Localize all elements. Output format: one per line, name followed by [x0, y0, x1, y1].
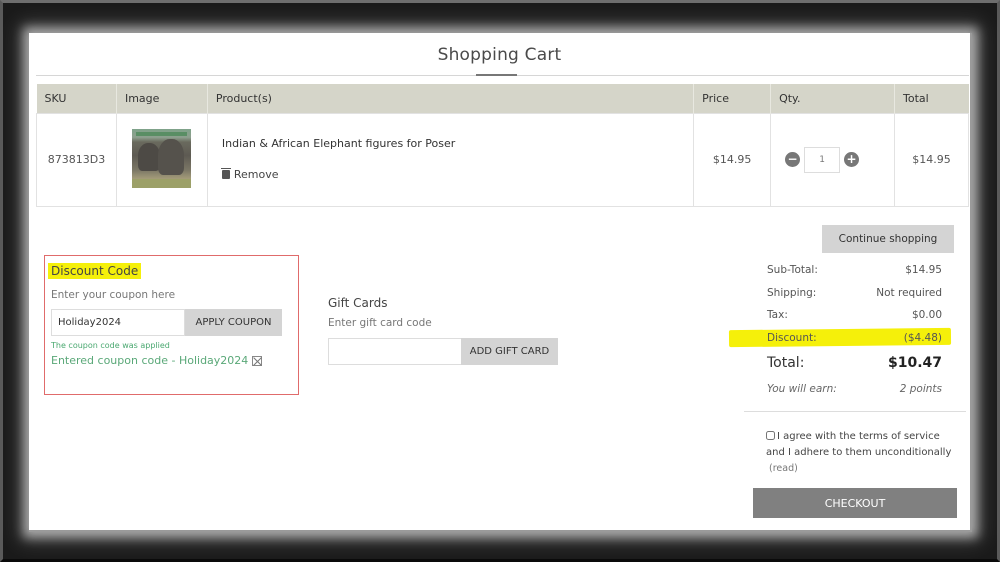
minus-icon[interactable]: −: [785, 152, 801, 167]
coupon-hint: Enter your coupon here: [51, 289, 176, 301]
shipping-label: Shipping:: [767, 287, 817, 299]
sku-cell: 873813D3: [36, 112, 117, 207]
subtotal-label: Sub-Total:: [767, 264, 818, 276]
discount-code-panel: Discount Code Enter your coupon here APP…: [44, 255, 299, 395]
quantity-input[interactable]: [804, 146, 841, 173]
column-header-qty: Qty.: [770, 84, 896, 113]
plus-icon[interactable]: +: [844, 152, 860, 167]
entered-coupon-text: Entered coupon code - Holiday2024: [51, 354, 249, 367]
column-header-image: Image: [116, 84, 208, 113]
total-label: Total:: [767, 355, 805, 371]
image-cell: [115, 112, 208, 207]
product-name-link[interactable]: Indian & African Elephant figures for Po…: [222, 137, 693, 150]
total-row: Total: $10.47: [767, 355, 942, 371]
remove-button[interactable]: Remove: [220, 168, 279, 181]
title-underline: [476, 74, 517, 76]
subtotal-row: Sub-Total: $14.95: [767, 264, 942, 276]
tax-row: Tax: $0.00: [767, 309, 942, 321]
discount-code-heading: Discount Code: [48, 263, 142, 279]
shipping-row: Shipping: Not required: [767, 287, 942, 299]
shipping-value: Not required: [876, 287, 942, 299]
read-terms-link[interactable]: (read): [769, 463, 798, 474]
column-header-sku: SKU: [36, 84, 117, 113]
column-header-total: Total: [894, 84, 969, 113]
earn-label: You will earn:: [767, 383, 837, 395]
trash-icon: [220, 168, 231, 179]
discount-value: ($4.48): [903, 332, 942, 344]
quantity-stepper: − +: [771, 146, 894, 173]
entered-coupon-code: Entered coupon code - Holiday2024: [51, 354, 263, 367]
table-header-row: SKU Image Product(s) Price Qty. Total: [36, 84, 969, 113]
price-cell: $14.95: [693, 112, 772, 207]
tax-label: Tax:: [767, 309, 788, 321]
total-value: $10.47: [887, 355, 942, 371]
page-title: Shopping Cart: [437, 45, 562, 65]
subtotal-value: $14.95: [905, 264, 942, 276]
apply-coupon-button[interactable]: APPLY COUPON: [185, 309, 282, 336]
terms-agreement: I agree with the terms of service and I …: [766, 429, 956, 477]
terms-checkbox[interactable]: [766, 431, 775, 440]
earn-value: 2 points: [899, 383, 942, 395]
gift-cards-heading: Gift Cards: [328, 296, 388, 310]
checkout-button[interactable]: CHECKOUT: [753, 488, 957, 518]
cart-table: SKU Image Product(s) Price Qty. Total 87…: [36, 84, 969, 207]
gift-card-input[interactable]: [328, 338, 462, 365]
product-thumbnail[interactable]: [132, 128, 192, 188]
summary-divider: [744, 411, 966, 412]
qty-cell: − +: [770, 112, 896, 207]
column-header-product: Product(s): [207, 84, 695, 113]
discount-label: Discount:: [767, 332, 817, 344]
earn-row: You will earn: 2 points: [767, 383, 942, 395]
remove-label: Remove: [233, 168, 279, 181]
tax-value: $0.00: [911, 309, 942, 321]
coupon-input[interactable]: [51, 309, 185, 336]
coupon-applied-message: The coupon code was applied: [51, 341, 170, 350]
column-header-price: Price: [693, 84, 772, 113]
terms-text: I agree with the terms of service and I …: [766, 431, 952, 458]
remove-coupon-icon[interactable]: [252, 355, 263, 366]
product-cell: Indian & African Elephant figures for Po…: [206, 112, 695, 207]
add-gift-card-button[interactable]: ADD GIFT CARD: [461, 338, 558, 365]
table-row: 873813D3 Indian & African Elephant figur…: [36, 112, 969, 207]
line-total-cell: $14.95: [894, 112, 969, 207]
gift-card-hint: Enter gift card code: [328, 317, 432, 329]
discount-row: Discount: ($4.48): [767, 332, 942, 344]
continue-shopping-button[interactable]: Continue shopping: [822, 225, 954, 253]
cart-page: Shopping Cart SKU Image Product(s) Price…: [29, 33, 972, 532]
